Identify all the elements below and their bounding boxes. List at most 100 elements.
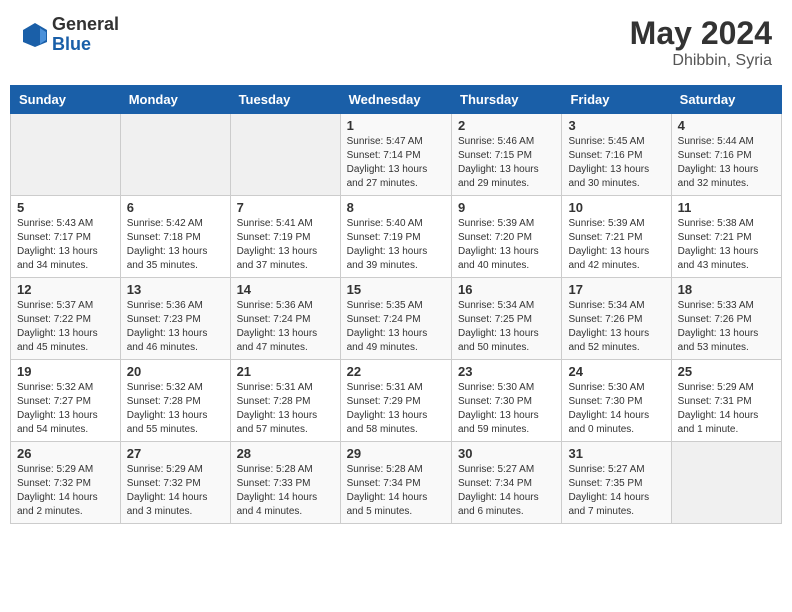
calendar-cell: 8Sunrise: 5:40 AMSunset: 7:19 PMDaylight…: [340, 196, 451, 278]
calendar-header-row: SundayMondayTuesdayWednesdayThursdayFrid…: [11, 86, 782, 114]
day-number: 24: [568, 364, 664, 379]
day-number: 21: [237, 364, 334, 379]
weekday-header-sunday: Sunday: [11, 86, 121, 114]
calendar-cell: [120, 114, 230, 196]
calendar-cell: 7 Sunrise: 5:41 AMSunset: 7:19 PMDaylight…: [230, 196, 340, 278]
weekday-header-friday: Friday: [562, 86, 671, 114]
day-info: Sunrise: 5:33 AMSunset: 7:26 PMDaylight:…: [678, 299, 775, 355]
calendar-week-row: 1 Sunrise: 5:47 AMSunset: 7:14 PMDaylight…: [11, 114, 782, 196]
day-number: 4: [678, 118, 775, 133]
day-number: 27: [127, 446, 224, 461]
weekday-header-thursday: Thursday: [452, 86, 562, 114]
day-number: 25: [678, 364, 775, 379]
calendar-week-row: 19 Sunrise: 5:32 AMSunset: 7:27 PMDayligh…: [11, 360, 782, 442]
day-info: Sunrise: 5:28 AMSunset: 7:34 PMDaylight:…: [347, 463, 445, 519]
day-info: Sunrise: 5:30 AMSunset: 7:30 PMDaylight:…: [458, 381, 555, 437]
calendar-cell: 10 Sunrise: 5:39 AMSunset: 7:21 PMDayligh…: [562, 196, 671, 278]
day-info: Sunrise: 5:31 AMSunset: 7:28 PMDaylight:…: [237, 381, 334, 437]
logo-blue-text: Blue: [52, 35, 119, 55]
day-number: 7: [237, 200, 334, 215]
day-info: Sunrise: 5:41 AMSunset: 7:19 PMDaylight:…: [237, 217, 334, 273]
logo-general-text: General: [52, 15, 119, 35]
day-number: 11: [678, 200, 775, 215]
calendar-cell: 6 Sunrise: 5:42 AMSunset: 7:18 PMDaylight…: [120, 196, 230, 278]
location-subtitle: Dhibbin, Syria: [630, 52, 772, 70]
day-number: 12: [17, 282, 114, 297]
weekday-header-tuesday: Tuesday: [230, 86, 340, 114]
day-info: Sunrise: 5:44 AMSunset: 7:16 PMDaylight:…: [678, 135, 775, 191]
calendar-cell: 21 Sunrise: 5:31 AMSunset: 7:28 PMDayligh…: [230, 360, 340, 442]
day-number: 1: [347, 118, 445, 133]
logo-icon: [20, 20, 50, 50]
calendar-cell: 22Sunrise: 5:31 AMSunset: 7:29 PMDayligh…: [340, 360, 451, 442]
calendar-cell: 28 Sunrise: 5:28 AMSunset: 7:33 PMDayligh…: [230, 442, 340, 524]
day-info: Sunrise: 5:34 AMSunset: 7:25 PMDaylight:…: [458, 299, 555, 355]
calendar-cell: 30 Sunrise: 5:27 AMSunset: 7:34 PMDayligh…: [452, 442, 562, 524]
day-number: 20: [127, 364, 224, 379]
calendar-cell: 11 Sunrise: 5:38 AMSunset: 7:21 PMDayligh…: [671, 196, 781, 278]
day-number: 29: [347, 446, 445, 461]
calendar-cell: [230, 114, 340, 196]
day-info: Sunrise: 5:30 AMSunset: 7:30 PMDaylight:…: [568, 381, 664, 437]
calendar-cell: 20 Sunrise: 5:32 AMSunset: 7:28 PMDayligh…: [120, 360, 230, 442]
calendar-table: SundayMondayTuesdayWednesdayThursdayFrid…: [10, 85, 782, 524]
day-number: 22: [347, 364, 445, 379]
day-number: 23: [458, 364, 555, 379]
day-info: Sunrise: 5:43 AMSunset: 7:17 PMDaylight:…: [17, 217, 114, 273]
calendar-cell: 1 Sunrise: 5:47 AMSunset: 7:14 PMDaylight…: [340, 114, 451, 196]
day-number: 17: [568, 282, 664, 297]
calendar-cell: 19 Sunrise: 5:32 AMSunset: 7:27 PMDayligh…: [11, 360, 121, 442]
day-info: Sunrise: 5:29 AMSunset: 7:32 PMDaylight:…: [17, 463, 114, 519]
page-header: General Blue May 2024 Dhibbin, Syria: [10, 10, 782, 75]
day-number: 5: [17, 200, 114, 215]
title-section: May 2024 Dhibbin, Syria: [630, 15, 772, 70]
day-info: Sunrise: 5:28 AMSunset: 7:33 PMDaylight:…: [237, 463, 334, 519]
calendar-cell: 31 Sunrise: 5:27 AMSunset: 7:35 PMDayligh…: [562, 442, 671, 524]
day-info: Sunrise: 5:27 AMSunset: 7:35 PMDaylight:…: [568, 463, 664, 519]
day-info: Sunrise: 5:34 AMSunset: 7:26 PMDaylight:…: [568, 299, 664, 355]
day-info: Sunrise: 5:35 AMSunset: 7:24 PMDaylight:…: [347, 299, 445, 355]
day-info: Sunrise: 5:40 AMSunset: 7:19 PMDaylight:…: [347, 217, 445, 273]
calendar-cell: 15 Sunrise: 5:35 AMSunset: 7:24 PMDayligh…: [340, 278, 451, 360]
day-info: Sunrise: 5:29 AMSunset: 7:31 PMDaylight:…: [678, 381, 775, 437]
day-info: Sunrise: 5:32 AMSunset: 7:27 PMDaylight:…: [17, 381, 114, 437]
calendar-cell: 16Sunrise: 5:34 AMSunset: 7:25 PMDayligh…: [452, 278, 562, 360]
calendar-week-row: 26Sunrise: 5:29 AMSunset: 7:32 PMDayligh…: [11, 442, 782, 524]
day-info: Sunrise: 5:39 AMSunset: 7:21 PMDaylight:…: [568, 217, 664, 273]
day-number: 15: [347, 282, 445, 297]
day-number: 28: [237, 446, 334, 461]
calendar-cell: 25 Sunrise: 5:29 AMSunset: 7:31 PMDayligh…: [671, 360, 781, 442]
day-number: 10: [568, 200, 664, 215]
day-info: Sunrise: 5:42 AMSunset: 7:18 PMDaylight:…: [127, 217, 224, 273]
weekday-header-saturday: Saturday: [671, 86, 781, 114]
calendar-cell: 2 Sunrise: 5:46 AMSunset: 7:15 PMDaylight…: [452, 114, 562, 196]
day-info: Sunrise: 5:36 AMSunset: 7:24 PMDaylight:…: [237, 299, 334, 355]
day-info: Sunrise: 5:32 AMSunset: 7:28 PMDaylight:…: [127, 381, 224, 437]
calendar-cell: 17 Sunrise: 5:34 AMSunset: 7:26 PMDayligh…: [562, 278, 671, 360]
day-number: 19: [17, 364, 114, 379]
day-info: Sunrise: 5:27 AMSunset: 7:34 PMDaylight:…: [458, 463, 555, 519]
day-info: Sunrise: 5:47 AMSunset: 7:14 PMDaylight:…: [347, 135, 445, 191]
calendar-cell: 4 Sunrise: 5:44 AMSunset: 7:16 PMDaylight…: [671, 114, 781, 196]
calendar-cell: 5 Sunrise: 5:43 AMSunset: 7:17 PMDaylight…: [11, 196, 121, 278]
calendar-cell: 13Sunrise: 5:36 AMSunset: 7:23 PMDayligh…: [120, 278, 230, 360]
day-number: 14: [237, 282, 334, 297]
logo: General Blue: [20, 15, 119, 55]
day-number: 13: [127, 282, 224, 297]
day-number: 2: [458, 118, 555, 133]
day-info: Sunrise: 5:38 AMSunset: 7:21 PMDaylight:…: [678, 217, 775, 273]
calendar-week-row: 5 Sunrise: 5:43 AMSunset: 7:17 PMDaylight…: [11, 196, 782, 278]
day-info: Sunrise: 5:45 AMSunset: 7:16 PMDaylight:…: [568, 135, 664, 191]
weekday-header-monday: Monday: [120, 86, 230, 114]
day-info: Sunrise: 5:46 AMSunset: 7:15 PMDaylight:…: [458, 135, 555, 191]
calendar-cell: 14 Sunrise: 5:36 AMSunset: 7:24 PMDayligh…: [230, 278, 340, 360]
day-number: 3: [568, 118, 664, 133]
day-number: 6: [127, 200, 224, 215]
weekday-header-wednesday: Wednesday: [340, 86, 451, 114]
day-number: 9: [458, 200, 555, 215]
day-number: 31: [568, 446, 664, 461]
calendar-cell: 29 Sunrise: 5:28 AMSunset: 7:34 PMDayligh…: [340, 442, 451, 524]
day-number: 30: [458, 446, 555, 461]
calendar-cell: 27Sunrise: 5:29 AMSunset: 7:32 PMDayligh…: [120, 442, 230, 524]
calendar-cell: 24 Sunrise: 5:30 AMSunset: 7:30 PMDayligh…: [562, 360, 671, 442]
